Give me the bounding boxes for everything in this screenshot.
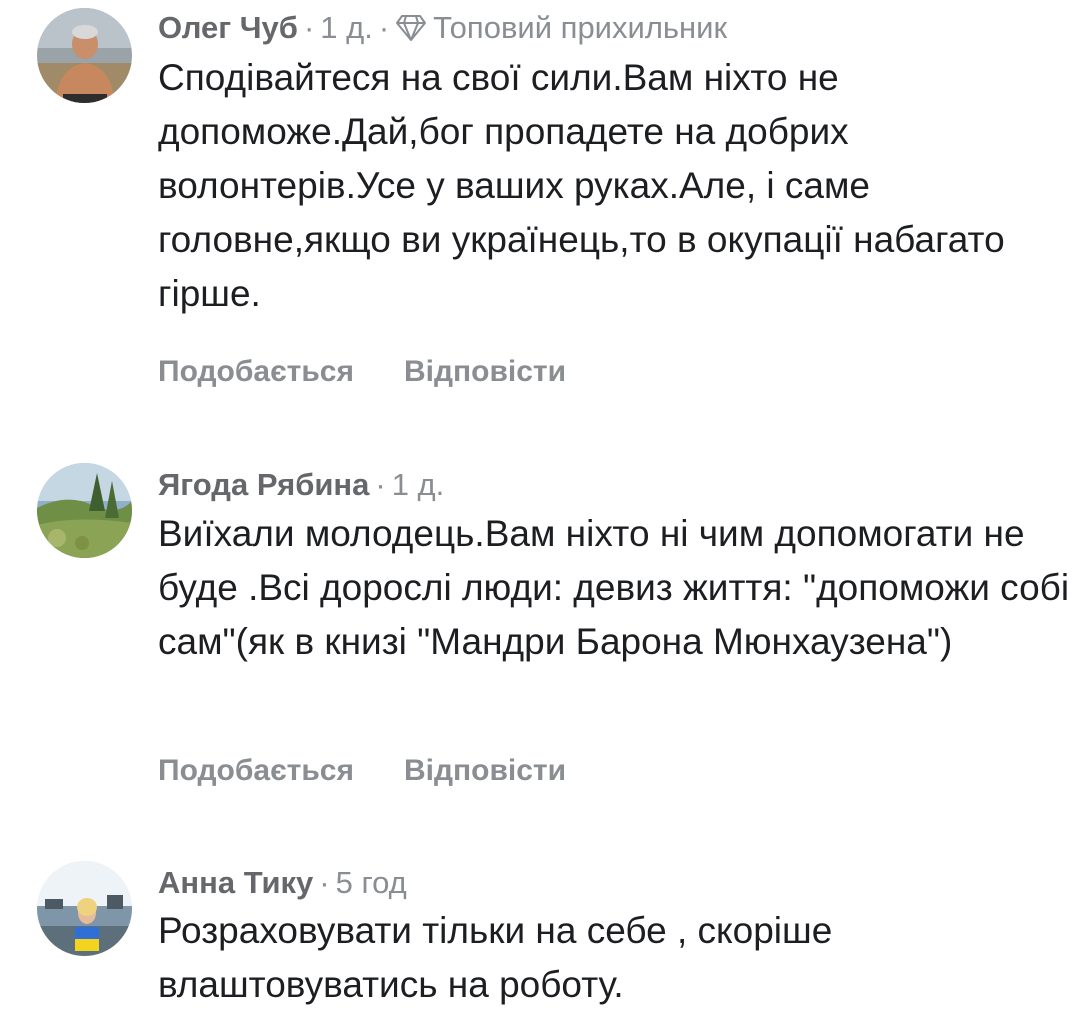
avatar-image — [37, 8, 132, 103]
comment-text: Розраховувати тільки на себе , скоріше в… — [158, 910, 833, 1005]
avatar-image — [37, 463, 132, 558]
author-name[interactable]: Анна Тику — [158, 865, 313, 900]
timestamp[interactable]: 1 д. — [392, 467, 445, 502]
comment-text: Сподівайтеся на свої сили.Вам ніхто не д… — [158, 57, 1005, 314]
timestamp[interactable]: 5 год — [336, 865, 407, 900]
avatar[interactable] — [37, 861, 132, 956]
top-fan-badge[interactable]: Топовий прихильник — [433, 10, 727, 45]
timestamp[interactable]: 1 д. — [320, 10, 373, 45]
reply-button[interactable]: Відповісти — [404, 754, 566, 787]
comment-meta: Олег Чуб · 1 д. · Топовий прихильник — [158, 8, 727, 48]
reply-button[interactable]: Відповісти — [404, 355, 566, 388]
comment-meta: Анна Тику · 5 год — [158, 863, 407, 903]
avatar-image — [37, 861, 132, 956]
separator: · — [375, 467, 386, 502]
comment-actions: Подобається Відповісти — [158, 352, 566, 392]
like-button[interactable]: Подобається — [158, 355, 354, 388]
like-button[interactable]: Подобається — [158, 754, 354, 787]
diamond-icon — [395, 12, 427, 52]
separator: · — [319, 865, 330, 900]
comment-actions: Подобається Відповісти — [158, 751, 566, 791]
author-name[interactable]: Ягода Рябина — [158, 467, 369, 502]
author-name[interactable]: Олег Чуб — [158, 10, 298, 45]
comment-text: Виїхали молодець.Вам ніхто ні чим допомо… — [158, 513, 1070, 662]
comment-meta: Ягода Рябина · 1 д. — [158, 465, 444, 505]
avatar[interactable] — [37, 463, 132, 558]
separator: · — [303, 10, 315, 45]
avatar[interactable] — [37, 8, 132, 103]
separator: · — [378, 10, 390, 45]
